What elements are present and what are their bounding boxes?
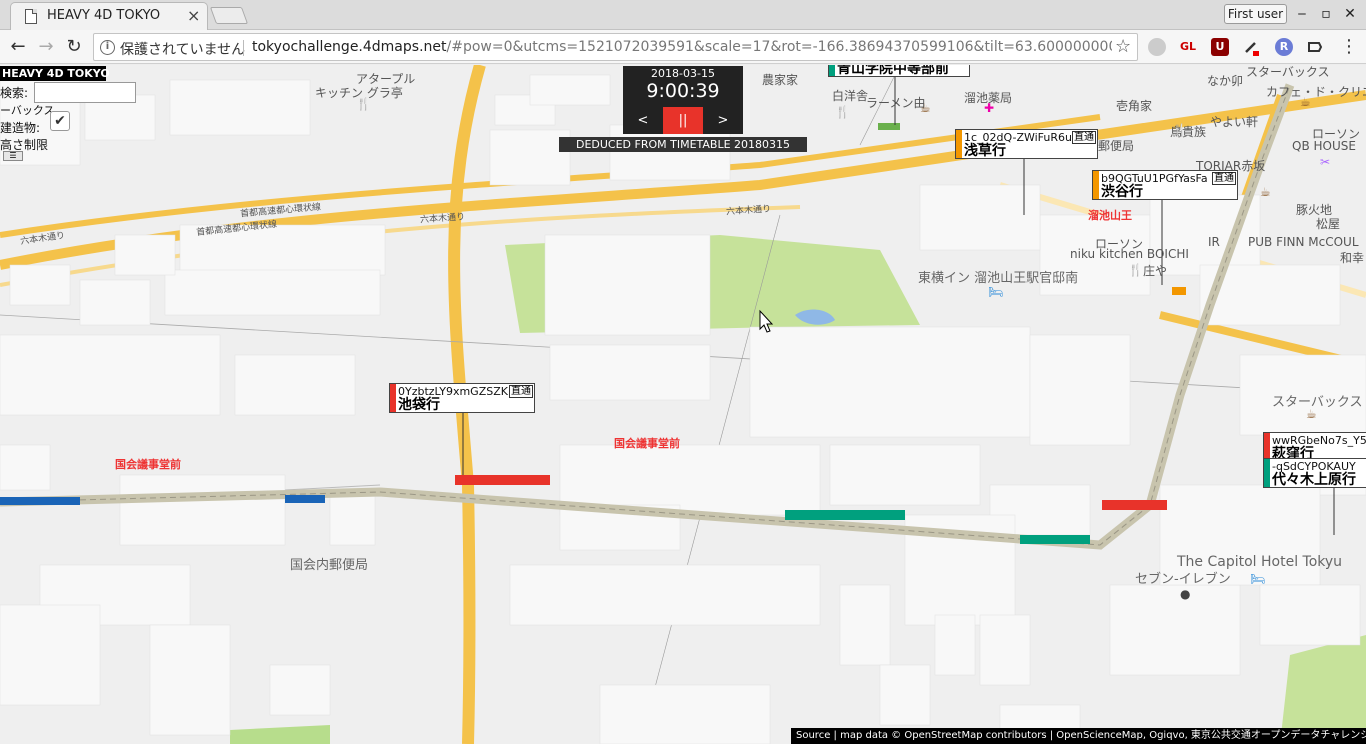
timetable-source: DEDUCED FROM TIMETABLE 20180315 xyxy=(559,137,807,152)
menu-toggle-icon[interactable]: ☰ xyxy=(3,151,23,161)
map-attribution: Source | map data © OpenStreetMap contri… xyxy=(791,728,1366,744)
hotel-icon: 🛏 xyxy=(988,285,1004,299)
cafe-icon: ☕ xyxy=(1306,407,1317,421)
map-label: カフェ・ド・クリエ xyxy=(1266,85,1366,99)
star-icon[interactable]: ☆ xyxy=(1115,36,1131,57)
app-title: HEAVY 4D TOKYO xyxy=(0,66,110,81)
train-label[interactable]: 1c_02dQ-ZWiFuR6u 浅草行 直通 xyxy=(955,129,1098,159)
extension-r[interactable]: R xyxy=(1275,38,1293,56)
line-color-bar xyxy=(390,384,396,412)
prev-button[interactable]: < xyxy=(623,107,663,134)
profile-button[interactable]: First user xyxy=(1224,4,1287,24)
express-badge: 直通 xyxy=(509,385,533,398)
info-icon[interactable]: i xyxy=(100,40,115,55)
station-label: 溜池山王 xyxy=(1088,209,1132,222)
line-color-bar xyxy=(1264,459,1270,487)
tab-close-icon[interactable]: × xyxy=(187,6,200,25)
train-destination: 浅草行 xyxy=(964,143,1006,159)
url-path: /#pow=0&utcms=1521072039591&scale=17&rot… xyxy=(446,39,1113,55)
map-label: 松屋 xyxy=(1316,217,1341,231)
pause-button[interactable]: || xyxy=(663,107,703,134)
map-label: セブン-イレブン xyxy=(1135,572,1231,587)
restaurant-icon: 🍴 xyxy=(1128,263,1143,277)
close-window-button[interactable]: ✕ xyxy=(1340,4,1360,24)
train-destination: 渋谷行 xyxy=(1101,184,1143,200)
extension-circle-icon[interactable] xyxy=(1148,38,1166,56)
url-text[interactable]: tokyochallenge.4dmaps.net/#pow=0&utcms=1… xyxy=(252,39,1112,55)
map-label: 国会内郵便局 xyxy=(290,558,369,573)
station-label: 国会議事堂前 xyxy=(115,458,181,471)
map-label: ラーメン由 xyxy=(866,96,926,110)
browser-menu-button[interactable]: ⋮ xyxy=(1336,34,1362,60)
tab-bar: HEAVY 4D TOKYO × First user ‒ ▫ ✕ xyxy=(0,0,1366,30)
map-label: 農家家 xyxy=(762,73,799,87)
line-color-bar xyxy=(1093,171,1099,199)
map-label: PUB FINN McCOUL xyxy=(1248,235,1359,249)
map-label: スターバックス xyxy=(1246,65,1330,79)
hotel-icon: 🛏 xyxy=(1250,572,1266,586)
train-label[interactable]: 0YzbtzLY9xmGZSZK 池袋行 直通 xyxy=(389,383,535,413)
new-tab-button[interactable] xyxy=(209,7,249,24)
train-destination: 池袋行 xyxy=(398,397,440,413)
search-input[interactable] xyxy=(34,82,136,103)
map-label: 和幸 xyxy=(1340,251,1365,265)
map-label: QB HOUSE xyxy=(1292,139,1356,153)
reload-button[interactable]: ↻ xyxy=(61,34,87,60)
clock-time: 9:00:39 xyxy=(646,80,720,102)
map-label: IR xyxy=(1208,235,1220,249)
url-host: tokyochallenge.4dmaps.net xyxy=(252,39,447,55)
cafe-icon: ☕ xyxy=(1300,95,1311,109)
document-icon xyxy=(25,9,37,24)
maximize-button[interactable]: ▫ xyxy=(1316,4,1336,24)
line-color-bar xyxy=(956,130,962,158)
puzzle-icon[interactable] xyxy=(1306,38,1324,56)
map-render xyxy=(0,65,1366,744)
clock-date: 2018-03-15 xyxy=(651,67,715,80)
line-color-bar xyxy=(829,65,835,76)
next-button[interactable]: > xyxy=(703,107,743,134)
extension-gl[interactable]: GL xyxy=(1176,38,1200,56)
map-label: niku kitchen BOICHI xyxy=(1070,247,1189,261)
map-label: 郵便局 xyxy=(1098,139,1135,153)
map-label: スターバックス xyxy=(1272,395,1363,410)
train-destination: 青山学院中等部前 xyxy=(837,65,949,77)
eyedropper-icon[interactable] xyxy=(1242,38,1260,56)
restaurant-icon: 🍴 xyxy=(1172,123,1187,137)
browser-toolbar: ← → ↻ i 保護されていません tokyochallenge.4dmaps.… xyxy=(0,30,1366,64)
map-label: 壱角家 xyxy=(1116,99,1153,113)
shield-icon[interactable]: U xyxy=(1211,38,1229,56)
forward-button[interactable]: → xyxy=(33,34,59,60)
address-bar[interactable]: i 保護されていません tokyochallenge.4dmaps.net/#p… xyxy=(93,33,1138,61)
cafe-icon: ☕ xyxy=(1260,185,1271,199)
divider xyxy=(243,40,244,56)
train-label[interactable]: b9QGTuU1PGfYasFa 渋谷行 直通 xyxy=(1092,170,1238,200)
map-label: やよい軒 xyxy=(1210,115,1259,129)
tab-title: HEAVY 4D TOKYO xyxy=(47,8,161,23)
clock-widget: 2018-03-15 9:00:39 < || > xyxy=(623,66,743,134)
train-label[interactable]: 青山学院中等部前 xyxy=(828,65,970,77)
express-badge: 直通 xyxy=(1072,131,1096,144)
playback-controls: < || > xyxy=(623,107,743,134)
cafe-icon: ☕ xyxy=(920,101,931,115)
restaurant-icon: 🍴 xyxy=(835,105,850,119)
train-destination: 代々木上原行 xyxy=(1272,472,1356,488)
map-label: 白洋舎 xyxy=(832,89,869,103)
map-label: 東横イン 溜池山王駅官邸南 xyxy=(918,271,1079,286)
map-label: 庄や xyxy=(1143,264,1168,278)
map-label: なか卯 xyxy=(1207,74,1244,88)
train-label[interactable]: -qSdCYPOKAUY 代々木上原行 xyxy=(1263,458,1366,488)
tab-heavy-4d-tokyo[interactable]: HEAVY 4D TOKYO × xyxy=(10,2,208,30)
express-badge: 直通 xyxy=(1212,172,1236,185)
security-status: 保護されていません xyxy=(120,42,246,58)
barber-icon: ✂ xyxy=(1320,155,1331,169)
store-icon: ● xyxy=(1180,587,1191,601)
control-panel: HEAVY 4D TOKYO 検索: ーバックス 建造物: 高さ制限 xyxy=(0,66,136,153)
station-label: 国会議事堂前 xyxy=(614,437,680,450)
back-button[interactable]: ← xyxy=(5,34,31,60)
minimize-button[interactable]: ‒ xyxy=(1292,4,1312,24)
building-checkbox[interactable]: ✔ xyxy=(50,111,70,131)
map-canvas[interactable]: アタープル キッチン グラ亭 農家家 白洋舎 ラーメン由 溜池薬局 なか卯 スタ… xyxy=(0,65,1366,744)
restaurant-icon: 🍴 xyxy=(356,97,371,111)
pharmacy-icon: ✚ xyxy=(984,101,995,115)
